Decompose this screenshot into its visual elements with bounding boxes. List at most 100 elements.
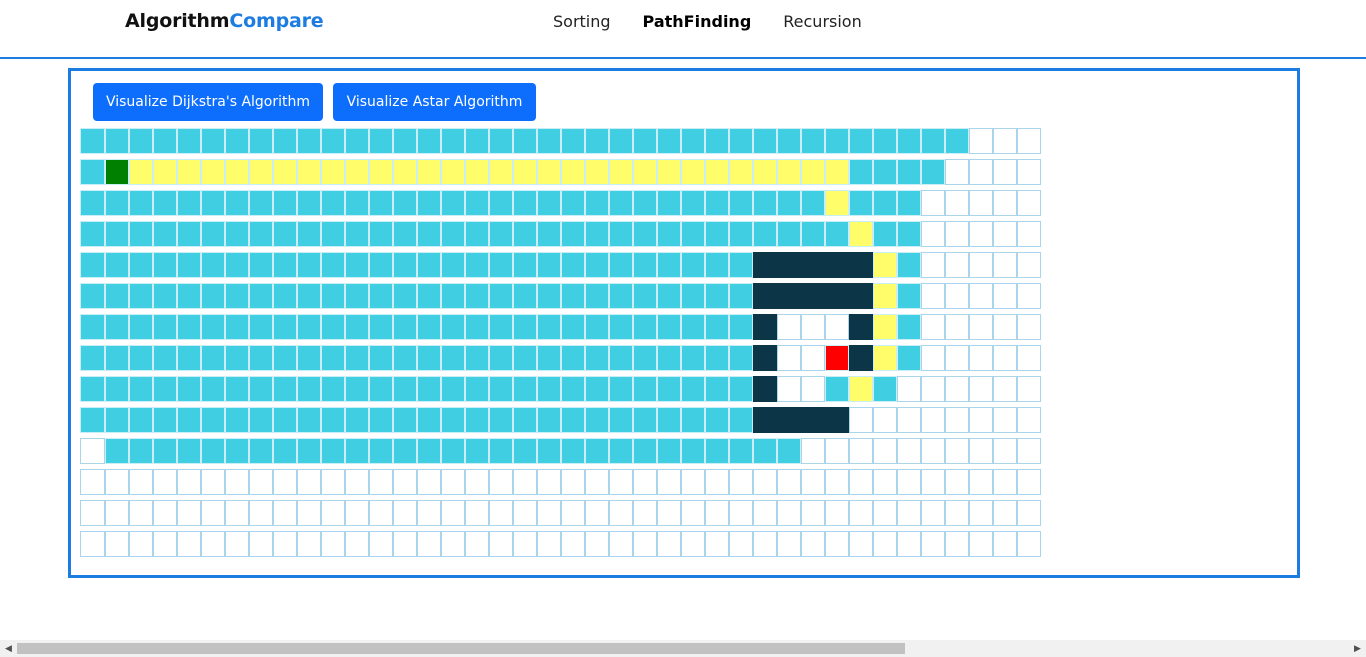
grid-cell-visited[interactable] bbox=[873, 159, 897, 185]
grid-cell-visited[interactable] bbox=[729, 128, 753, 154]
grid-cell-visited[interactable] bbox=[849, 190, 873, 216]
grid-cell-empty[interactable] bbox=[825, 314, 849, 340]
grid-cell-visited[interactable] bbox=[657, 376, 681, 402]
grid-cell-empty[interactable] bbox=[129, 531, 153, 557]
grid-cell-visited[interactable] bbox=[297, 221, 321, 247]
grid-cell-empty[interactable] bbox=[993, 469, 1017, 495]
grid-cell-visited[interactable] bbox=[369, 190, 393, 216]
grid-cell-visited[interactable] bbox=[441, 128, 465, 154]
grid-cell-empty[interactable] bbox=[921, 376, 945, 402]
grid-cell-empty[interactable] bbox=[561, 500, 585, 526]
grid-cell-visited[interactable] bbox=[177, 283, 201, 309]
grid-cell-visited[interactable] bbox=[225, 128, 249, 154]
grid-cell-visited[interactable] bbox=[489, 376, 513, 402]
grid-cell-empty[interactable] bbox=[705, 469, 729, 495]
grid-cell-path[interactable] bbox=[321, 159, 345, 185]
grid-cell-visited[interactable] bbox=[321, 190, 345, 216]
grid-cell-empty[interactable] bbox=[489, 500, 513, 526]
grid-cell-empty[interactable] bbox=[873, 469, 897, 495]
grid-cell-empty[interactable] bbox=[297, 500, 321, 526]
grid-cell-empty[interactable] bbox=[465, 531, 489, 557]
grid-cell-empty[interactable] bbox=[681, 531, 705, 557]
grid-cell-empty[interactable] bbox=[465, 500, 489, 526]
grid-cell-visited[interactable] bbox=[393, 376, 417, 402]
grid-cell-visited[interactable] bbox=[225, 314, 249, 340]
grid-cell-visited[interactable] bbox=[345, 221, 369, 247]
grid-cell-empty[interactable] bbox=[969, 283, 993, 309]
grid-cell-visited[interactable] bbox=[345, 438, 369, 464]
grid-cell-visited[interactable] bbox=[561, 190, 585, 216]
grid-cell-visited[interactable] bbox=[561, 252, 585, 278]
grid-cell-path[interactable] bbox=[273, 159, 297, 185]
grid-cell-empty[interactable] bbox=[609, 531, 633, 557]
grid-cell-empty[interactable] bbox=[585, 531, 609, 557]
grid-cell-visited[interactable] bbox=[177, 407, 201, 433]
grid-cell-empty[interactable] bbox=[1017, 376, 1041, 402]
grid-cell-empty[interactable] bbox=[921, 469, 945, 495]
grid-cell-empty[interactable] bbox=[273, 500, 297, 526]
grid-cell-visited[interactable] bbox=[489, 221, 513, 247]
grid-cell-empty[interactable] bbox=[801, 469, 825, 495]
grid-cell-empty[interactable] bbox=[1017, 500, 1041, 526]
grid-cell-path[interactable] bbox=[657, 159, 681, 185]
grid-cell-visited[interactable] bbox=[609, 221, 633, 247]
grid-cell-visited[interactable] bbox=[681, 128, 705, 154]
grid-cell-empty[interactable] bbox=[969, 252, 993, 278]
grid-cell-visited[interactable] bbox=[657, 252, 681, 278]
grid-cell-visited[interactable] bbox=[321, 314, 345, 340]
grid-cell-empty[interactable] bbox=[585, 469, 609, 495]
grid-cell-empty[interactable] bbox=[609, 500, 633, 526]
grid-cell-empty[interactable] bbox=[345, 531, 369, 557]
grid-cell-empty[interactable] bbox=[201, 469, 225, 495]
grid-cell-visited[interactable] bbox=[633, 221, 657, 247]
grid-cell-visited[interactable] bbox=[561, 221, 585, 247]
grid-cell-visited[interactable] bbox=[513, 190, 537, 216]
grid-cell-wall[interactable] bbox=[777, 252, 801, 278]
grid-cell-visited[interactable] bbox=[177, 252, 201, 278]
grid-cell-visited[interactable] bbox=[465, 252, 489, 278]
grid-cell-visited[interactable] bbox=[80, 314, 105, 340]
grid-cell-visited[interactable] bbox=[153, 407, 177, 433]
grid-cell-visited[interactable] bbox=[129, 221, 153, 247]
grid-cell-empty[interactable] bbox=[969, 469, 993, 495]
grid-cell-wall[interactable] bbox=[753, 376, 777, 402]
grid-cell-empty[interactable] bbox=[921, 438, 945, 464]
grid-cell-wall[interactable] bbox=[753, 314, 777, 340]
grid-cell-empty[interactable] bbox=[633, 531, 657, 557]
grid-cell-visited[interactable] bbox=[129, 190, 153, 216]
grid-cell-empty[interactable] bbox=[801, 345, 825, 371]
grid-cell-visited[interactable] bbox=[105, 190, 129, 216]
grid-cell-visited[interactable] bbox=[825, 128, 849, 154]
grid-cell-visited[interactable] bbox=[513, 252, 537, 278]
grid-cell-visited[interactable] bbox=[897, 345, 921, 371]
grid-cell-empty[interactable] bbox=[921, 345, 945, 371]
grid-cell-visited[interactable] bbox=[225, 376, 249, 402]
grid-cell-empty[interactable] bbox=[585, 500, 609, 526]
grid-cell-visited[interactable] bbox=[681, 190, 705, 216]
grid-cell-visited[interactable] bbox=[633, 376, 657, 402]
grid-cell-visited[interactable] bbox=[489, 345, 513, 371]
grid-cell-visited[interactable] bbox=[489, 438, 513, 464]
grid-cell-visited[interactable] bbox=[729, 314, 753, 340]
grid-cell-visited[interactable] bbox=[537, 345, 561, 371]
grid-cell-empty[interactable] bbox=[993, 376, 1017, 402]
grid-cell-empty[interactable] bbox=[249, 469, 273, 495]
grid-cell-visited[interactable] bbox=[705, 128, 729, 154]
grid-cell-visited[interactable] bbox=[561, 283, 585, 309]
grid-cell-visited[interactable] bbox=[537, 128, 561, 154]
grid-cell-visited[interactable] bbox=[345, 314, 369, 340]
grid-cell-visited[interactable] bbox=[297, 438, 321, 464]
grid-cell-empty[interactable] bbox=[897, 407, 921, 433]
grid-cell-empty[interactable] bbox=[489, 469, 513, 495]
grid-cell-empty[interactable] bbox=[777, 500, 801, 526]
grid-cell-visited[interactable] bbox=[417, 128, 441, 154]
grid-cell-empty[interactable] bbox=[417, 469, 441, 495]
grid-cell-empty[interactable] bbox=[993, 500, 1017, 526]
grid-cell-wall[interactable] bbox=[825, 283, 849, 309]
grid-cell-empty[interactable] bbox=[537, 500, 561, 526]
grid-cell-visited[interactable] bbox=[465, 221, 489, 247]
grid-cell-visited[interactable] bbox=[273, 252, 297, 278]
grid-cell-wall[interactable] bbox=[849, 345, 873, 371]
grid-cell-empty[interactable] bbox=[969, 438, 993, 464]
grid-cell-start[interactable] bbox=[105, 159, 129, 185]
